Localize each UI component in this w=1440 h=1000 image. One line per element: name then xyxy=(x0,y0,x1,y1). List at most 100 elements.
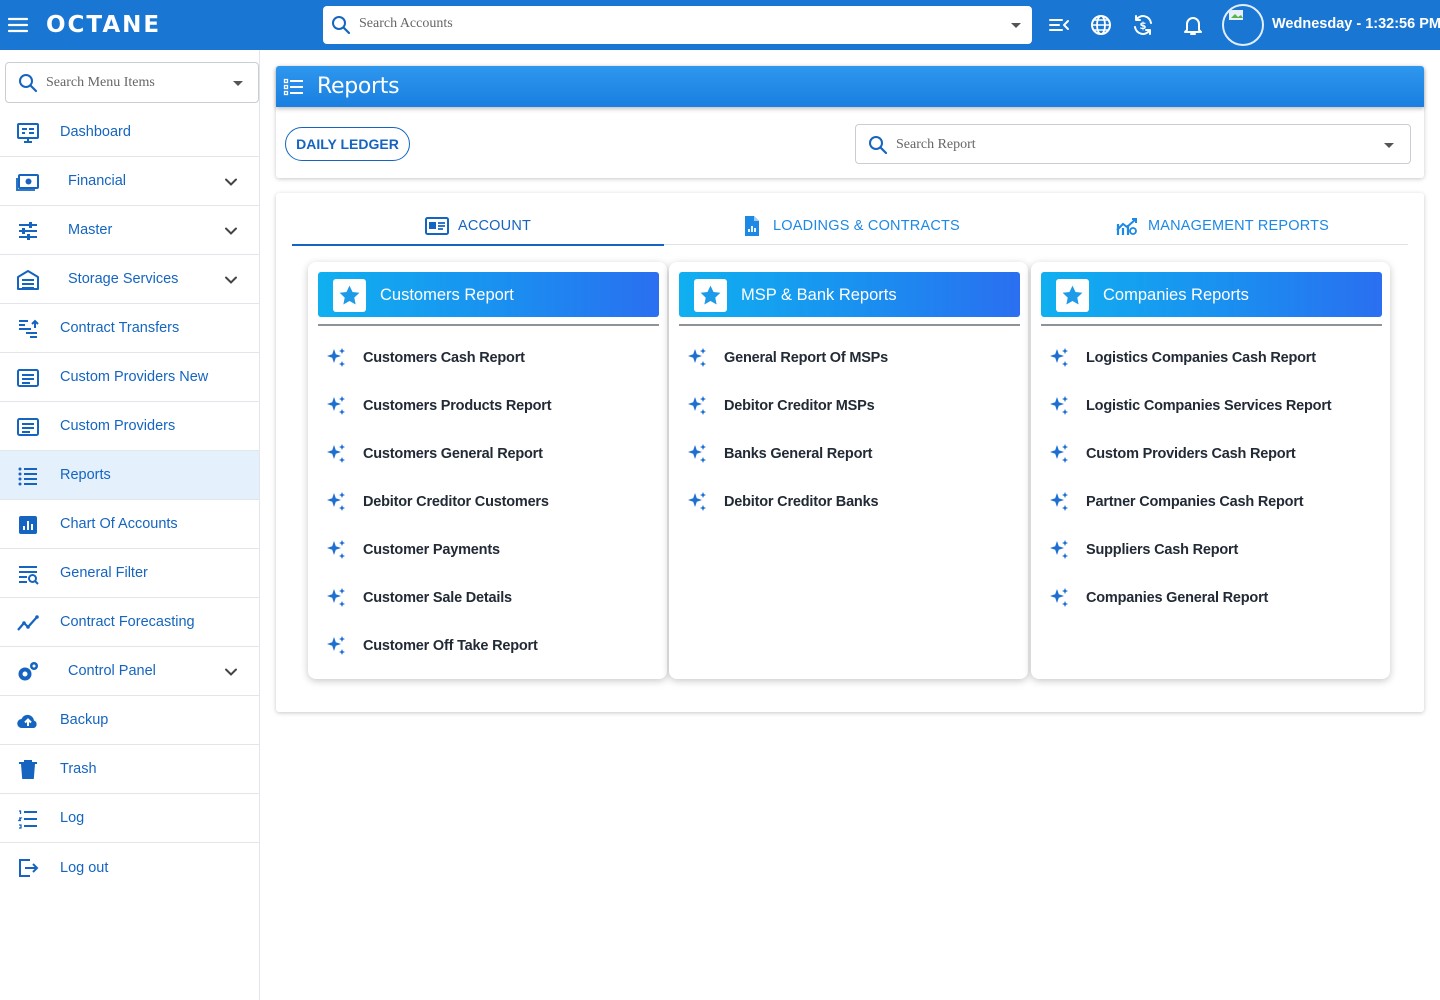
sidebar-item-general-filter[interactable]: General Filter xyxy=(0,549,259,598)
report-item-label: Customers Products Report xyxy=(363,398,552,414)
chevron-down-icon[interactable] xyxy=(222,222,240,240)
globe-icon[interactable] xyxy=(1089,13,1113,37)
report-item[interactable]: Customer Payments xyxy=(318,526,659,574)
sidebar-item-chart-of-accounts[interactable]: Chart Of Accounts xyxy=(0,500,259,549)
report-item-label: Customer Payments xyxy=(363,542,500,558)
money-icon xyxy=(16,170,40,194)
sparkles-icon xyxy=(324,442,348,466)
report-item[interactable]: Customers Cash Report xyxy=(318,334,659,382)
menu-search-dropdown-icon[interactable] xyxy=(233,81,243,86)
sidebar-item-label: Custom Providers New xyxy=(60,369,209,385)
report-item-label: Debitor Creditor Banks xyxy=(724,494,879,510)
monitor-icon xyxy=(16,121,40,145)
report-item[interactable]: Logistics Companies Cash Report xyxy=(1041,334,1382,382)
chevron-down-icon[interactable] xyxy=(222,173,240,191)
gears-icon xyxy=(16,660,40,684)
sparkles-icon xyxy=(1047,442,1071,466)
sidebar-item-label: General Filter xyxy=(60,565,148,581)
customers-report-card: Customers Report Customers Cash Report Cu… xyxy=(308,262,667,679)
sidebar-item-dashboard[interactable]: Dashboard xyxy=(0,108,259,157)
report-item[interactable]: General Report Of MSPs xyxy=(679,334,1020,382)
sparkles-icon xyxy=(1047,346,1071,370)
sparkles-icon xyxy=(1047,586,1071,610)
hamburger-menu-icon[interactable] xyxy=(6,13,30,37)
tab-loadings-contracts[interactable]: LOADINGS & CONTRACTS xyxy=(664,207,1036,245)
account-search-input[interactable] xyxy=(359,16,999,32)
divider xyxy=(1041,324,1382,326)
sidebar-item-log[interactable]: Log xyxy=(0,794,259,843)
sidebar-item-contract-forecasting[interactable]: Contract Forecasting xyxy=(0,598,259,647)
chevron-down-icon[interactable] xyxy=(222,663,240,681)
star-icon xyxy=(694,279,727,312)
report-list: Customers Cash Report Customers Products … xyxy=(318,334,659,670)
report-item-label: Suppliers Cash Report xyxy=(1086,542,1239,558)
sidebar-item-reports[interactable]: Reports xyxy=(0,451,259,500)
report-item[interactable]: Custom Providers Cash Report xyxy=(1041,430,1382,478)
sidebar-item-label: Chart Of Accounts xyxy=(60,516,178,532)
report-item-label: Customers General Report xyxy=(363,446,543,462)
sparkles-icon xyxy=(685,490,709,514)
sidebar-item-trash[interactable]: Trash xyxy=(0,745,259,794)
report-item[interactable]: Customers Products Report xyxy=(318,382,659,430)
search-icon xyxy=(331,15,351,35)
report-cards: Customers Report Customers Cash Report Cu… xyxy=(308,262,1392,679)
sparkles-icon xyxy=(685,442,709,466)
report-item[interactable]: Logistic Companies Services Report xyxy=(1041,382,1382,430)
tab-management-reports[interactable]: MANAGEMENT REPORTS xyxy=(1036,207,1408,245)
report-item[interactable]: Suppliers Cash Report xyxy=(1041,526,1382,574)
sidebar-item-backup[interactable]: Backup xyxy=(0,696,259,745)
daily-ledger-button[interactable]: DAILY LEDGER xyxy=(285,127,410,161)
sparkles-icon xyxy=(685,346,709,370)
account-search[interactable] xyxy=(323,6,1032,44)
report-item[interactable]: Customer Off Take Report xyxy=(318,622,659,670)
report-search-input[interactable] xyxy=(896,137,1356,153)
report-item[interactable]: Debitor Creditor MSPs xyxy=(679,382,1020,430)
account-card-icon xyxy=(424,214,449,238)
filter-search-icon xyxy=(16,562,40,586)
companies-reports-card: Companies Reports Logistics Companies Ca… xyxy=(1031,262,1390,679)
user-avatar[interactable] xyxy=(1222,4,1264,46)
menu-search-input[interactable] xyxy=(46,75,226,91)
sidebar-item-log-out[interactable]: Log out xyxy=(0,843,259,892)
report-item[interactable]: Customer Sale Details xyxy=(318,574,659,622)
page-title-bar: Reports xyxy=(276,66,1424,107)
menu-search[interactable] xyxy=(5,62,259,103)
sidebar-item-custom-providers[interactable]: Custom Providers xyxy=(0,402,259,451)
sidebar-item-custom-providers-new[interactable]: Custom Providers New xyxy=(0,353,259,402)
sparkles-icon xyxy=(1047,538,1071,562)
sidebar-item-label: Storage Services xyxy=(68,271,179,287)
report-item[interactable]: Debitor Creditor Customers xyxy=(318,478,659,526)
trend-icon xyxy=(16,611,40,635)
sidebar-item-financial[interactable]: Financial xyxy=(0,157,259,206)
chart-icon xyxy=(16,513,40,537)
report-item[interactable]: Customers General Report xyxy=(318,430,659,478)
tab-label: LOADINGS & CONTRACTS xyxy=(773,218,960,234)
report-search[interactable] xyxy=(855,124,1411,164)
sidebar-item-contract-transfers[interactable]: Contract Transfers xyxy=(0,304,259,353)
reports-body-panel: ACCOUNT LOADINGS & CONTRACTS MANAGEMENT … xyxy=(276,193,1424,712)
date-time-display: Wednesday - 1:32:56 PM xyxy=(1272,16,1440,32)
report-item[interactable]: Banks General Report xyxy=(679,430,1020,478)
sidebar-item-control-panel[interactable]: Control Panel xyxy=(0,647,259,696)
page-title: Reports xyxy=(317,74,400,99)
report-item-label: Customer Off Take Report xyxy=(363,638,538,654)
report-item[interactable]: Companies General Report xyxy=(1041,574,1382,622)
chevron-down-icon[interactable] xyxy=(222,271,240,289)
report-search-dropdown-icon[interactable] xyxy=(1384,143,1394,148)
account-search-dropdown-icon[interactable] xyxy=(1011,23,1021,28)
sidebar-item-master[interactable]: Master xyxy=(0,206,259,255)
msp-bank-reports-card: MSP & Bank Reports General Report Of MSP… xyxy=(669,262,1028,679)
list-icon xyxy=(16,464,40,488)
sidebar-item-label: Log out xyxy=(60,859,109,876)
collapse-menu-icon[interactable] xyxy=(1047,13,1071,37)
report-item[interactable]: Debitor Creditor Banks xyxy=(679,478,1020,526)
report-item[interactable]: Partner Companies Cash Report xyxy=(1041,478,1382,526)
currency-exchange-icon[interactable]: $ xyxy=(1131,13,1155,37)
tab-account[interactable]: ACCOUNT xyxy=(292,207,664,246)
search-icon xyxy=(18,73,38,93)
notifications-bell-icon[interactable] xyxy=(1181,13,1205,37)
report-tabs: ACCOUNT LOADINGS & CONTRACTS MANAGEMENT … xyxy=(292,207,1408,246)
app-logo[interactable]: OCTANE xyxy=(46,9,161,41)
sidebar-item-label: Backup xyxy=(60,712,109,728)
sidebar-item-storage-services[interactable]: Storage Services xyxy=(0,255,259,304)
